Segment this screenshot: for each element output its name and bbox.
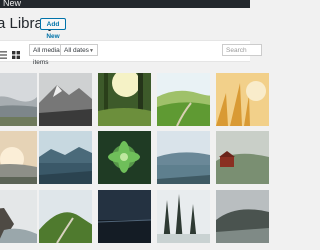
- media-thumbnail[interactable]: [98, 131, 151, 184]
- date-filter-select[interactable]: All dates ▼: [60, 44, 98, 56]
- new-link[interactable]: New: [3, 0, 21, 9]
- media-thumbnail[interactable]: [157, 190, 210, 243]
- media-thumbnail[interactable]: [0, 73, 37, 126]
- media-thumbnail[interactable]: [98, 190, 151, 243]
- list-view-icon[interactable]: [0, 46, 7, 59]
- media-thumbnail[interactable]: [216, 131, 269, 184]
- date-filter-value: All dates: [64, 47, 89, 54]
- media-thumbnail[interactable]: [0, 190, 37, 243]
- media-thumbnail[interactable]: [39, 73, 92, 126]
- media-thumbnail[interactable]: [216, 190, 269, 243]
- add-new-button[interactable]: Add New: [40, 18, 66, 40]
- media-thumbnail[interactable]: [157, 73, 210, 126]
- media-thumbnail[interactable]: [157, 131, 210, 184]
- grid-view-icon[interactable]: [12, 46, 20, 59]
- media-thumbnail[interactable]: [98, 73, 151, 126]
- media-thumbnail[interactable]: [0, 131, 37, 184]
- search-input[interactable]: Search: [222, 44, 262, 56]
- media-toolbar: All media items ▼ All dates ▼ Search: [0, 40, 262, 66]
- media-type-value: All media items: [33, 47, 60, 66]
- media-thumbnail[interactable]: [39, 190, 92, 243]
- chevron-down-icon: ▼: [89, 48, 94, 54]
- media-thumbnail[interactable]: [216, 73, 269, 126]
- admin-bar: New: [0, 0, 250, 8]
- media-thumbnail[interactable]: [39, 131, 92, 184]
